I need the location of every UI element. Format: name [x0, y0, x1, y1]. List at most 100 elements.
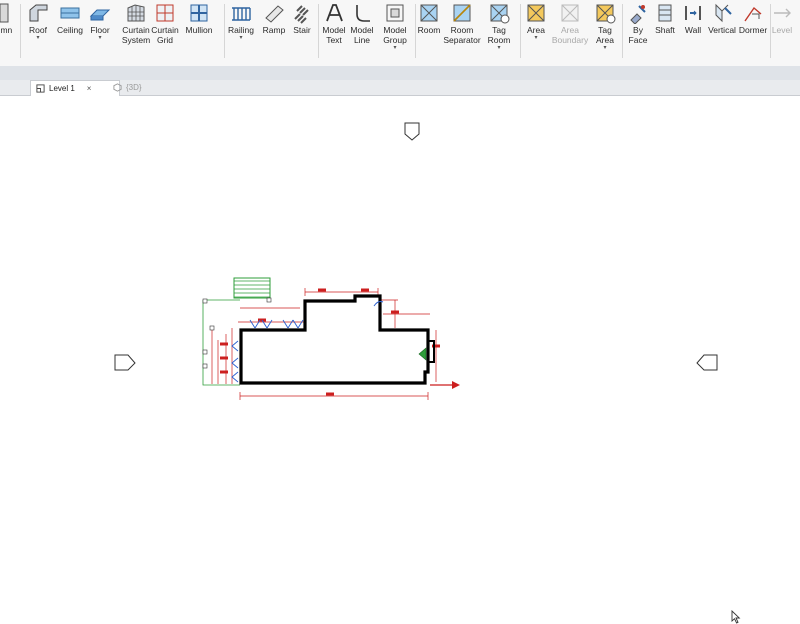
room-separator-button[interactable]: Room Separator [443, 2, 481, 45]
model-group-icon [386, 4, 404, 22]
column-label: umn [0, 25, 13, 35]
tab-label: {3D} [126, 83, 142, 92]
dimension-text-mark [220, 370, 228, 374]
mullion-icon [190, 4, 208, 22]
ribbon-separator [415, 4, 416, 58]
curtain-system-icon [127, 4, 145, 22]
grip-handle [266, 297, 272, 303]
chevron-down-icon[interactable]: ▾ [603, 45, 606, 51]
floor-label: Floor [90, 25, 110, 35]
level-label: Level [771, 25, 793, 35]
door-swing [282, 319, 294, 329]
tab-level-1[interactable]: Level 1 × [30, 80, 120, 96]
floor-icon [89, 9, 111, 21]
stair-label: Stair [293, 25, 311, 35]
window-swing [231, 357, 239, 369]
close-icon[interactable]: × [87, 84, 92, 93]
model-line-label: Model Line [350, 25, 374, 45]
shaft-label: Shaft [655, 25, 675, 35]
vertical-label: Vertical [708, 25, 736, 35]
ribbon-toolbar: umnRoof▾CeilingFloor▾Curtain SystemCurta… [0, 0, 800, 67]
model-text-label: Model Text [322, 25, 346, 45]
room-separator-icon [453, 4, 471, 22]
elevation-marker-north [404, 122, 420, 141]
roof-label: Roof [29, 25, 47, 35]
mullion-label: Mullion [185, 25, 213, 35]
curtain-grid-label: Curtain Grid [151, 25, 179, 45]
floor-plan-icon [36, 84, 45, 93]
ribbon-separator [770, 4, 771, 58]
view-tab-bar: Level 1 × {3D} [0, 80, 800, 96]
curtain-system-label: Curtain System [121, 25, 151, 45]
model-group-button[interactable]: Model Group ▾ [377, 2, 413, 51]
exterior-wall [239, 294, 430, 385]
ceiling-label: Ceiling [57, 25, 83, 35]
by-face-icon [630, 5, 646, 24]
tag-area-icon [596, 4, 616, 24]
ribbon-separator [622, 4, 623, 58]
dimension-text-mark [391, 310, 399, 314]
level-icon [774, 8, 791, 18]
tab-label: Level 1 [49, 84, 75, 93]
stair-icon [294, 5, 309, 24]
room-label: Room [417, 25, 441, 35]
model-text-icon [326, 4, 343, 22]
3d-view-icon [113, 83, 122, 92]
railing-label: Railing [228, 25, 254, 35]
railing-button[interactable]: Railing ▾ [223, 2, 259, 41]
chevron-down-icon[interactable]: ▾ [239, 35, 242, 41]
window-swing [231, 371, 239, 383]
stair-button[interactable]: Stair [284, 2, 320, 35]
room-separator-label: Room Separator [443, 25, 481, 45]
elevation-marker-west [114, 354, 136, 371]
area-boundary-icon [561, 4, 579, 22]
chevron-down-icon[interactable]: ▾ [36, 35, 39, 41]
mullion-button[interactable]: Mullion [181, 2, 217, 35]
chevron-down-icon[interactable]: ▾ [98, 35, 101, 41]
area-boundary-button: Area Boundary [552, 2, 588, 45]
tag-room-button[interactable]: Tag Room ▾ [481, 2, 517, 51]
tag-area-label: Tag Area [596, 25, 614, 45]
window-swing [231, 340, 239, 352]
curtain-grid-button[interactable]: Curtain Grid [147, 2, 183, 45]
room-button[interactable]: Room [411, 2, 447, 35]
column-icon [0, 3, 9, 23]
floor-plan-drawing[interactable] [0, 96, 800, 608]
tag-area-button[interactable]: Tag Area ▾ [587, 2, 623, 51]
dormer-label: Dormer [738, 25, 768, 35]
wall-label: Wall [684, 25, 702, 35]
area-boundary-label: Area Boundary [551, 25, 589, 45]
railing-icon [232, 7, 251, 21]
chevron-down-icon[interactable]: ▾ [497, 45, 500, 51]
tag-room-label: Tag Room [487, 25, 511, 45]
ribbon-separator [20, 4, 21, 58]
model-group-label: Model Group [383, 25, 407, 45]
elevation-marker-east [696, 354, 718, 371]
tag-room-icon [490, 4, 510, 24]
shaft-icon [658, 4, 672, 22]
grip-handle [202, 363, 208, 369]
dimension-text-mark [326, 392, 334, 396]
drawing-canvas[interactable] [0, 96, 800, 624]
tab-3d[interactable]: {3D} [108, 80, 168, 95]
ribbon-panel-strip [0, 66, 800, 80]
chevron-down-icon[interactable]: ▾ [393, 45, 396, 51]
area-button[interactable]: Area ▾ [518, 2, 554, 41]
ribbon-separator [318, 4, 319, 58]
area-label: Area [527, 25, 545, 35]
dimension-text-mark [220, 356, 228, 360]
room-icon [420, 4, 438, 22]
roof-icon [29, 4, 48, 22]
curtain-grid-icon [156, 4, 174, 22]
vertical-icon [715, 3, 732, 23]
chevron-down-icon[interactable]: ▾ [534, 35, 537, 41]
ceiling-icon [60, 7, 80, 19]
dormer-icon [744, 6, 762, 22]
ramp-icon [265, 5, 284, 23]
column-button[interactable]: umn [0, 2, 22, 35]
area-icon [527, 4, 545, 22]
roof-button[interactable]: Roof ▾ [20, 2, 56, 41]
model-line-button[interactable]: Model Line [344, 2, 380, 45]
dimension-text-mark [220, 342, 228, 346]
floor-button[interactable]: Floor ▾ [82, 2, 118, 41]
